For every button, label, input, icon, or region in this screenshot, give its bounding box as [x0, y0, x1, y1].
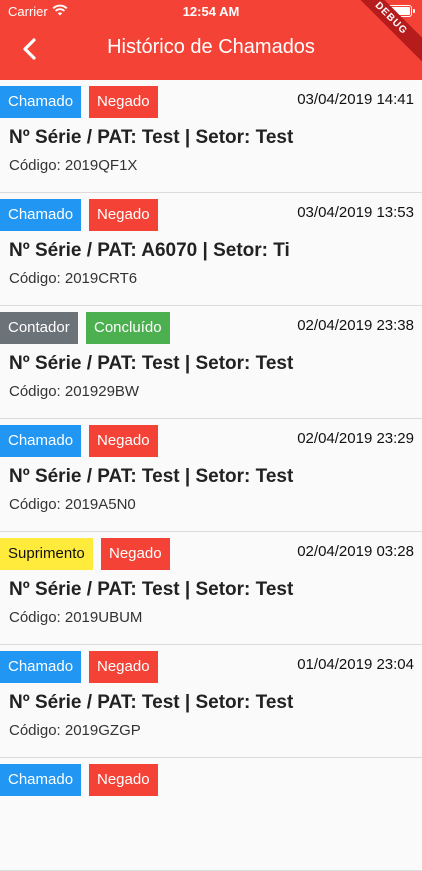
- status-badge: Negado: [89, 199, 158, 231]
- type-badge: Suprimento: [0, 538, 93, 570]
- status-badge: Concluído: [86, 312, 170, 344]
- list-item[interactable]: Suprimento Negado 02/04/2019 03:28 Nº Sé…: [0, 532, 422, 645]
- ticket-date: 03/04/2019 13:53: [297, 204, 414, 221]
- status-time: 12:54 AM: [182, 4, 240, 19]
- ticket-date: 01/04/2019 23:04: [297, 656, 414, 673]
- app-bar: Carrier 12:54 AM Histórico de Chamados D…: [0, 0, 422, 80]
- status-badge: Negado: [89, 764, 158, 796]
- ticket-code: Código: 2019CRT6: [9, 270, 138, 287]
- list-item[interactable]: Contador Concluído 02/04/2019 23:38 Nº S…: [0, 306, 422, 419]
- ticket-title: Nº Série / PAT: Test | Setor: Test: [9, 353, 294, 374]
- status-badge: Negado: [89, 86, 158, 118]
- type-badge: Chamado: [0, 764, 82, 796]
- tickets-list: Chamado Negado 03/04/2019 14:41 Nº Série…: [0, 80, 422, 871]
- ticket-code: Código: 2019QF1X: [9, 157, 138, 174]
- ticket-code: Código: 201929BW: [9, 383, 140, 400]
- ticket-code: Código: 2019GZGP: [9, 722, 141, 739]
- ticket-date: 03/04/2019 14:41: [297, 91, 414, 108]
- type-badge: Chamado: [0, 86, 82, 118]
- ticket-title: Nº Série / PAT: A6070 | Setor: Ti: [9, 240, 290, 261]
- ticket-title: Nº Série / PAT: Test | Setor: Test: [9, 579, 294, 600]
- ticket-date: 02/04/2019 23:38: [297, 317, 414, 334]
- status-badge: Negado: [101, 538, 170, 570]
- type-badge: Chamado: [0, 425, 82, 457]
- ticket-date: 02/04/2019 23:29: [297, 430, 414, 447]
- list-item[interactable]: Chamado Negado 03/04/2019 13:53 Nº Série…: [0, 193, 422, 306]
- ticket-title: Nº Série / PAT: Test | Setor: Test: [9, 692, 294, 713]
- page-title: Histórico de Chamados: [107, 36, 315, 58]
- list-item[interactable]: Chamado Negado 03/04/2019 14:41 Nº Série…: [0, 80, 422, 193]
- type-badge: Contador: [0, 312, 78, 344]
- status-badge: Negado: [89, 651, 158, 683]
- list-item[interactable]: Chamado Negado 02/04/2019 23:29 Nº Série…: [0, 419, 422, 532]
- status-badge: Negado: [89, 425, 158, 457]
- ticket-title: Nº Série / PAT: Test | Setor: Test: [9, 466, 294, 487]
- ticket-title: Nº Série / PAT: Test | Setor: Test: [9, 127, 294, 148]
- ticket-code: Código: 2019A5N0: [9, 496, 136, 513]
- ticket-code: Código: 2019UBUM: [9, 609, 143, 626]
- type-badge: Chamado: [0, 651, 82, 683]
- list-item[interactable]: Chamado Negado 01/04/2019 23:04 Nº Série…: [0, 645, 422, 758]
- type-badge: Chamado: [0, 199, 82, 231]
- status-bar: Carrier 12:54 AM: [0, 0, 422, 24]
- ticket-date: 02/04/2019 03:28: [297, 543, 414, 560]
- list-item[interactable]: Chamado Negado: [0, 758, 422, 871]
